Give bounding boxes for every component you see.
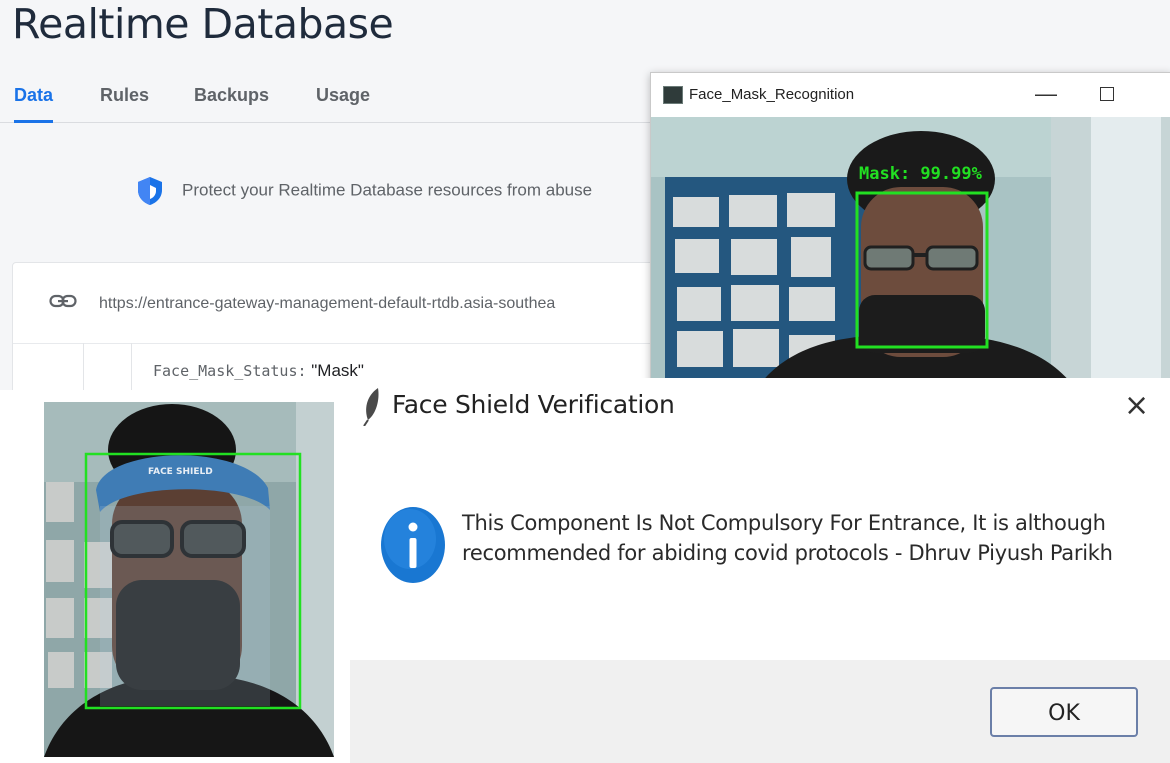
feather-icon xyxy=(363,388,379,426)
window-title: Face_Mask_Recognition xyxy=(689,86,855,103)
minimize-icon[interactable]: — xyxy=(1035,81,1057,107)
tab-backups[interactable]: Backups xyxy=(194,82,269,120)
data-viewer: https://entrance-gateway-management-defa… xyxy=(12,262,714,390)
dialog-footer: OK xyxy=(350,660,1170,763)
tab-rules[interactable]: Rules xyxy=(100,82,149,120)
database-url[interactable]: https://entrance-gateway-management-defa… xyxy=(99,295,555,313)
shield-icon xyxy=(138,177,162,205)
dialog-message: This Component Is Not Compulsory For Ent… xyxy=(462,511,1113,565)
database-url-row: https://entrance-gateway-management-defa… xyxy=(13,263,713,344)
data-node[interactable]: Face_Mask_Status: "Mask" xyxy=(153,361,364,381)
tree-guide xyxy=(83,343,84,390)
face-shield-dialog: Face Shield Verification × This Componen… xyxy=(350,378,1170,763)
page-title: Realtime Database xyxy=(12,0,394,48)
tab-data[interactable]: Data xyxy=(14,82,54,123)
tab-usage[interactable]: Usage xyxy=(316,82,370,120)
face-shield-visor xyxy=(100,506,270,706)
app-check-notice: Protect your Realtime Database resources… xyxy=(136,176,592,206)
notice-text: Protect your Realtime Database resources… xyxy=(182,180,593,200)
tree-guide xyxy=(131,343,132,390)
maximize-icon[interactable] xyxy=(1100,87,1114,101)
face-shield-camera: FACE SHIELD xyxy=(44,402,334,757)
tab-bar: Data Rules Backups Usage xyxy=(0,82,660,123)
close-icon[interactable]: × xyxy=(1124,388,1149,423)
link-icon xyxy=(49,294,77,308)
face-shield-text: FACE SHIELD xyxy=(148,467,213,477)
face-mask-window: Face_Mask_Recognition — Mask: 99.99% xyxy=(650,72,1170,384)
window-title-bar[interactable]: Face_Mask_Recognition — xyxy=(651,73,1170,117)
app-icon xyxy=(663,86,683,104)
camera-feed: Mask: 99.99% xyxy=(651,117,1170,383)
info-icon xyxy=(381,507,445,583)
node-key: Face_Mask_Status: xyxy=(153,362,307,380)
mask-confidence-label: Mask: 99.99% xyxy=(859,164,983,184)
dialog-title: Face Shield Verification xyxy=(392,390,675,419)
ok-button[interactable]: OK xyxy=(990,687,1138,737)
